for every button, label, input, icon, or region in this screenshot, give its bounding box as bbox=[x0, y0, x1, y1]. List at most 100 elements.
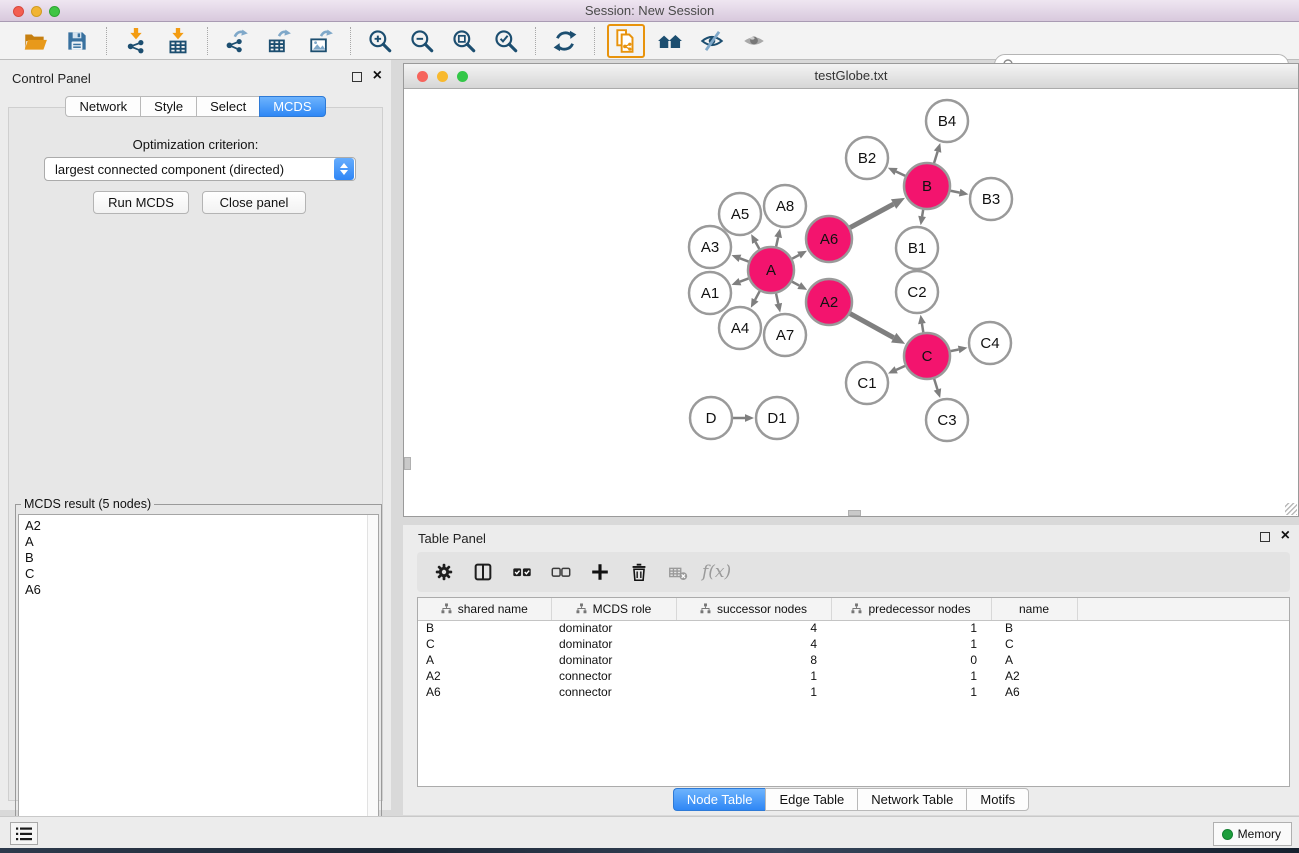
table-cell[interactable]: 4 bbox=[676, 620, 831, 636]
table-cell[interactable]: dominator bbox=[551, 652, 676, 668]
table-cell[interactable]: 8 bbox=[676, 652, 831, 668]
table-cell[interactable]: connector bbox=[551, 668, 676, 684]
graph-node-B2[interactable]: B2 bbox=[846, 137, 888, 179]
settings-gear-icon[interactable] bbox=[429, 558, 459, 586]
tab-style[interactable]: Style bbox=[140, 96, 196, 117]
export-image-icon[interactable] bbox=[304, 26, 338, 56]
resize-grip[interactable] bbox=[1285, 503, 1297, 515]
float-panel-icon[interactable] bbox=[352, 72, 362, 82]
table-cell[interactable]: 1 bbox=[676, 668, 831, 684]
add-column-icon[interactable] bbox=[585, 558, 615, 586]
table-row[interactable]: Cdominator41C bbox=[418, 636, 1290, 652]
deselect-all-icon[interactable] bbox=[546, 558, 576, 586]
export-network-icon[interactable] bbox=[220, 26, 254, 56]
graph-edge[interactable] bbox=[934, 379, 937, 390]
graph-edge[interactable] bbox=[850, 314, 894, 338]
tab-node-table[interactable]: Node Table bbox=[673, 788, 766, 811]
graph-edge[interactable] bbox=[934, 152, 938, 163]
graph-edge[interactable] bbox=[792, 255, 799, 259]
refresh-icon[interactable] bbox=[548, 26, 582, 56]
graph-edge[interactable] bbox=[755, 291, 760, 300]
zoom-view-button[interactable] bbox=[457, 71, 468, 82]
table-cell[interactable]: C bbox=[418, 636, 551, 652]
column-view-icon[interactable] bbox=[468, 558, 498, 586]
table-cell[interactable]: connector bbox=[551, 684, 676, 700]
table-cell[interactable]: A2 bbox=[418, 668, 551, 684]
table-cell[interactable]: B bbox=[418, 620, 551, 636]
graph-node-D[interactable]: D bbox=[690, 397, 732, 439]
mcds-result-item[interactable]: C bbox=[25, 566, 378, 582]
column-header[interactable]: predecessor nodes bbox=[831, 598, 991, 620]
float-panel-icon[interactable] bbox=[1260, 532, 1270, 542]
table-cell[interactable]: C bbox=[991, 636, 1077, 652]
zoom-out-icon[interactable] bbox=[405, 26, 439, 56]
graph-node-A1[interactable]: A1 bbox=[689, 272, 731, 314]
table-row[interactable]: Bdominator41B bbox=[418, 620, 1290, 636]
export-table-icon[interactable] bbox=[262, 26, 296, 56]
scrollbar[interactable] bbox=[367, 515, 378, 842]
select-all-icon[interactable] bbox=[507, 558, 537, 586]
graph-node-A4[interactable]: A4 bbox=[719, 307, 761, 349]
close-panel-icon[interactable]: × bbox=[373, 70, 382, 82]
save-session-icon[interactable] bbox=[60, 26, 94, 56]
tab-motifs[interactable]: Motifs bbox=[966, 788, 1029, 811]
graph-node-B[interactable]: B bbox=[904, 163, 950, 209]
table-cell[interactable]: 1 bbox=[831, 636, 991, 652]
graph-node-A2[interactable]: A2 bbox=[806, 279, 852, 325]
hide-view-icon[interactable] bbox=[695, 26, 729, 56]
graph-node-C[interactable]: C bbox=[904, 333, 950, 379]
column-header[interactable]: name bbox=[991, 598, 1077, 620]
graph-edge[interactable] bbox=[740, 258, 749, 261]
minimize-window-button[interactable] bbox=[31, 6, 42, 17]
close-panel-button[interactable]: Close panel bbox=[202, 191, 306, 214]
table-cell[interactable]: 0 bbox=[831, 652, 991, 668]
minimize-view-button[interactable] bbox=[437, 71, 448, 82]
task-history-button[interactable] bbox=[10, 822, 38, 845]
graph-edge[interactable] bbox=[896, 172, 905, 176]
graph-node-A8[interactable]: A8 bbox=[764, 185, 806, 227]
network-graph[interactable]: B4B2BB3A5A8A6A3AB1A1C2A2A4A7CC4C1C3DD1 bbox=[404, 89, 1298, 516]
show-network-view-icon[interactable] bbox=[607, 24, 645, 58]
graph-node-B3[interactable]: B3 bbox=[970, 178, 1012, 220]
graph-node-A3[interactable]: A3 bbox=[689, 226, 731, 268]
column-header[interactable]: MCDS role bbox=[551, 598, 676, 620]
import-table-icon[interactable] bbox=[161, 26, 195, 56]
graph-edge[interactable] bbox=[776, 293, 778, 303]
column-header[interactable]: shared name bbox=[418, 598, 551, 620]
delete-table-icon[interactable] bbox=[663, 558, 693, 586]
table-row[interactable]: A6connector11A6 bbox=[418, 684, 1290, 700]
graph-node-A6[interactable]: A6 bbox=[806, 216, 852, 262]
tab-network[interactable]: Network bbox=[65, 96, 140, 117]
show-view-icon[interactable] bbox=[737, 26, 771, 56]
function-builder-icon[interactable]: f(x) bbox=[702, 562, 731, 582]
table-cell[interactable]: 1 bbox=[831, 684, 991, 700]
graph-edge[interactable] bbox=[951, 191, 960, 193]
scrollbar-nub[interactable] bbox=[404, 457, 411, 470]
import-network-icon[interactable] bbox=[119, 26, 153, 56]
graph-edge[interactable] bbox=[896, 366, 905, 370]
graph-edge[interactable] bbox=[792, 282, 799, 286]
table-row[interactable]: Adominator80A bbox=[418, 652, 1290, 668]
table-cell[interactable]: dominator bbox=[551, 620, 676, 636]
table-row[interactable]: A2connector11A2 bbox=[418, 668, 1290, 684]
graph-node-C2[interactable]: C2 bbox=[896, 271, 938, 313]
table-cell[interactable]: B bbox=[991, 620, 1077, 636]
table-cell[interactable]: dominator bbox=[551, 636, 676, 652]
tab-edge-table[interactable]: Edge Table bbox=[765, 788, 857, 811]
tab-network-table[interactable]: Network Table bbox=[857, 788, 966, 811]
mcds-result-item[interactable]: A2 bbox=[25, 518, 378, 534]
table-cell[interactable]: 1 bbox=[831, 668, 991, 684]
graph-edge[interactable] bbox=[951, 349, 959, 351]
close-panel-icon[interactable]: × bbox=[1281, 530, 1290, 542]
network-canvas[interactable]: B4B2BB3A5A8A6A3AB1A1C2A2A4A7CC4C1C3DD1 bbox=[404, 89, 1298, 516]
graph-edge[interactable] bbox=[922, 210, 923, 217]
run-mcds-button[interactable]: Run MCDS bbox=[93, 191, 189, 214]
table-cell[interactable]: A6 bbox=[991, 684, 1077, 700]
mcds-result-item[interactable]: A bbox=[25, 534, 378, 550]
mcds-result-item[interactable]: A6 bbox=[25, 582, 378, 598]
zoom-fit-icon[interactable] bbox=[447, 26, 481, 56]
mcds-result-list[interactable]: A2ABCA6 bbox=[18, 514, 379, 843]
graph-node-B4[interactable]: B4 bbox=[926, 100, 968, 142]
table-cell[interactable]: A6 bbox=[418, 684, 551, 700]
delete-column-icon[interactable] bbox=[624, 558, 654, 586]
